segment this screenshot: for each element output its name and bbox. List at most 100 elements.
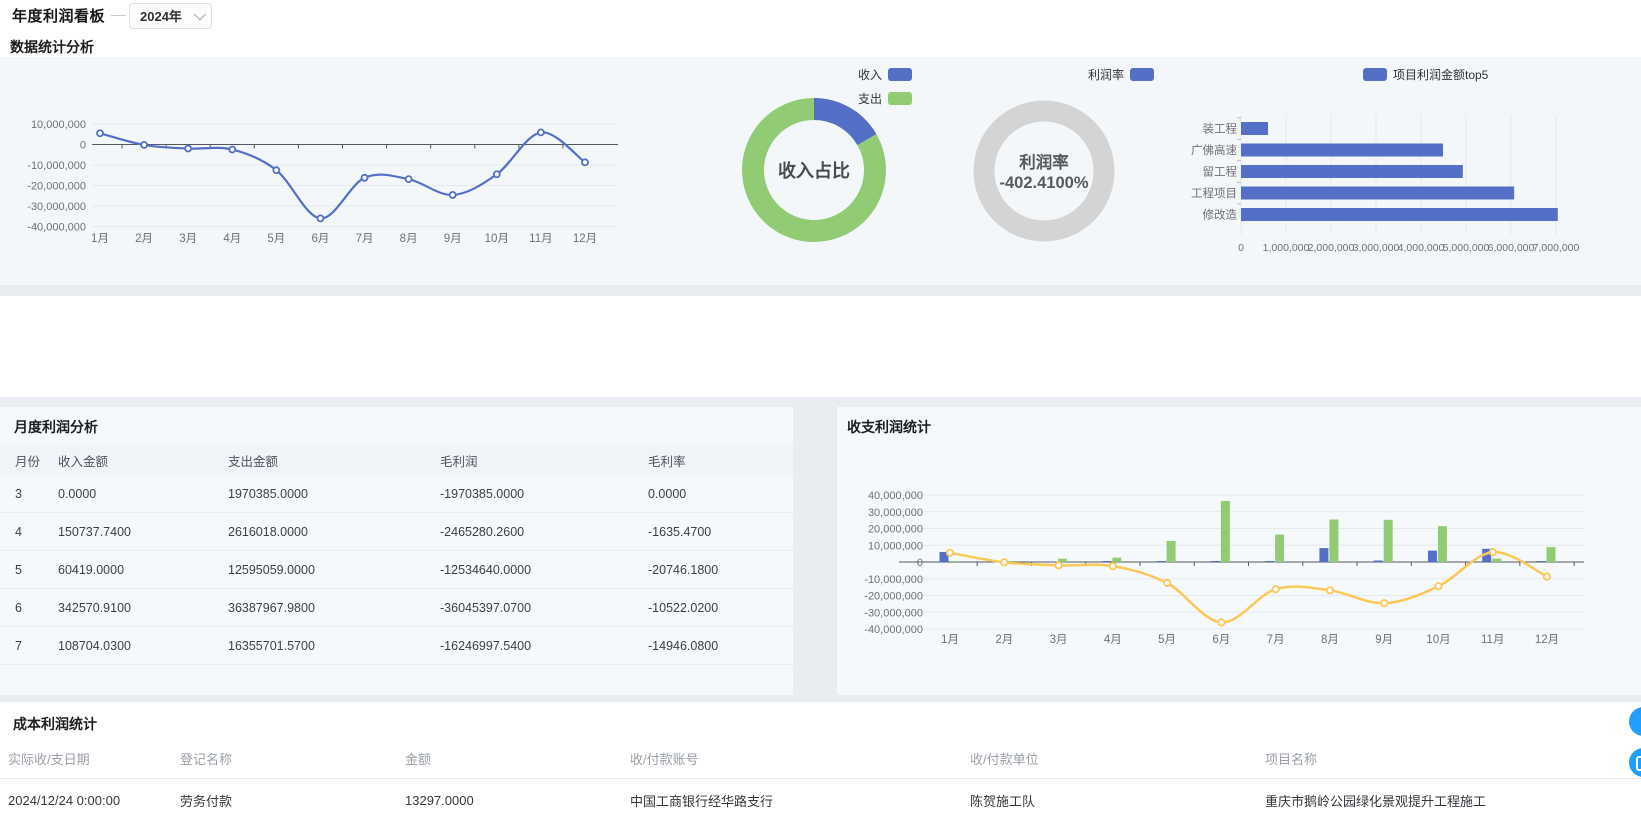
svg-text:11月: 11月 (1481, 634, 1504, 646)
chevron-down-icon (193, 8, 206, 21)
cell: 6 (0, 589, 44, 627)
cell: 劳务付款 (172, 779, 397, 821)
profit-rate-legend[interactable]: 利润率 (1088, 66, 1154, 83)
cell: 342570.9100 (44, 589, 214, 627)
cell: 7 (0, 627, 44, 665)
svg-text:7,000,000: 7,000,000 (1533, 242, 1580, 254)
column-header: 收/付款账号 (622, 738, 962, 779)
svg-text:7月: 7月 (356, 233, 374, 245)
cell: -2465280.2600 (426, 513, 634, 551)
card-gross-profit: 毛利润(元) -123137782.7500 (838, 296, 1238, 397)
cost-table-row: 2024/12/24 0:00:00劳务付款13297.0000中国工商银行经华… (0, 779, 1641, 821)
card-annual-expense: 年度支出(元) 153998996.1200 (421, 296, 821, 397)
column-header: 实际收/支日期 (0, 738, 172, 779)
legend-income-label: 收入 (858, 66, 882, 83)
column-header: 登记名称 (172, 738, 397, 779)
income-ratio-donut-chart[interactable]: 收入占比 (740, 95, 890, 247)
svg-text:2月: 2月 (135, 233, 153, 245)
monthly-profit-line-chart[interactable]: 10,000,0000-10,000,000-20,000,000-30,000… (0, 57, 660, 285)
svg-text:1月: 1月 (941, 634, 959, 646)
svg-text:6月: 6月 (312, 233, 330, 245)
stat-cards-row: 年度收入(元) 30861213.3700 年度支出(元) 153998996.… (0, 296, 1641, 397)
svg-text:10月: 10月 (1426, 634, 1450, 646)
svg-text:工程项目: 工程项目 (1191, 187, 1237, 200)
svg-text:-40,000,000: -40,000,000 (864, 624, 923, 636)
cost-profit-title: 成本利润统计 (13, 714, 97, 734)
svg-text:2月: 2月 (995, 634, 1013, 646)
card-annual-income: 年度收入(元) 30861213.3700 (4, 296, 404, 397)
monthly-table-row: 4150737.74002616018.0000-2465280.2600-16… (0, 513, 793, 551)
card-profit-rate: 利润率 -399.0000 (1255, 296, 1641, 397)
svg-text:4月: 4月 (223, 233, 241, 245)
column-header: 支出金额 (214, 445, 426, 475)
hbar-修改造 (1241, 208, 1558, 221)
cell: -10522.0200 (634, 589, 793, 627)
cell: 60419.0000 (44, 551, 214, 589)
top5-legend[interactable]: 项目利润金额top5 (1363, 66, 1488, 83)
svg-text:5月: 5月 (1158, 634, 1176, 646)
stats-charts-panel: 10,000,0000-10,000,000-20,000,000-30,000… (0, 57, 1641, 285)
svg-text:-20,000,000: -20,000,000 (27, 181, 86, 193)
svg-text:修改造: 修改造 (1203, 208, 1238, 222)
hbar-广佛高速 (1241, 144, 1443, 157)
stats-section-header: 数据统计分析 (0, 31, 1641, 57)
expense-swatch-icon (888, 92, 912, 105)
svg-text:11月: 11月 (529, 233, 552, 245)
top-bar: 年度利润看板 2024年 (0, 0, 1641, 32)
column-header: 毛利润 (426, 445, 634, 475)
cell: 13297.0000 (397, 779, 622, 821)
svg-text:-40,000,000: -40,000,000 (27, 222, 86, 234)
svg-text:-30,000,000: -30,000,000 (27, 201, 86, 213)
income-expense-profit-chart[interactable]: 40,000,000 30,000,000 20,000,000 10,000,000… (837, 407, 1641, 695)
income-swatch-icon (888, 68, 912, 81)
cell: 12595059.0000 (214, 551, 426, 589)
cell: 陈贺施工队 (962, 779, 1257, 821)
combo-bars (940, 501, 1556, 562)
legend-item-income[interactable]: 收入 (858, 66, 912, 83)
svg-text:1月: 1月 (91, 233, 109, 245)
hbar-装工程 (1241, 122, 1268, 135)
assistant-icon (1636, 756, 1641, 771)
line-markers (97, 129, 588, 221)
svg-text:0: 0 (917, 557, 923, 569)
legend-profit-rate-label: 利润率 (1088, 66, 1124, 83)
cell: 2024/12/24 0:00:00 (0, 779, 172, 821)
profit-rate-donut-chart[interactable]: 利润率-402.4100% (972, 98, 1117, 246)
project-profit-top5-chart[interactable]: 01,000,0002,000,0003,000,0004,000,0005,0… (1150, 107, 1630, 285)
svg-text:广佛高速: 广佛高速 (1191, 143, 1237, 157)
page-title: 年度利润看板 (12, 5, 105, 26)
svg-text:5月: 5月 (267, 233, 285, 245)
cell: -14946.0800 (634, 627, 793, 665)
svg-text:8月: 8月 (1321, 634, 1339, 646)
cell: 36387967.9800 (214, 589, 426, 627)
cell: -12534640.0000 (426, 551, 634, 589)
svg-text:6月: 6月 (1212, 634, 1230, 646)
monthly-profit-title: 月度利润分析 (14, 417, 98, 437)
svg-text:7月: 7月 (1267, 634, 1285, 646)
hbar-留工程 (1241, 165, 1463, 178)
svg-text:2,000,000: 2,000,000 (1308, 242, 1355, 254)
svg-text:20,000,000: 20,000,000 (868, 524, 923, 536)
svg-text:3,000,000: 3,000,000 (1353, 242, 1400, 254)
svg-text:4,000,000: 4,000,000 (1398, 242, 1445, 254)
svg-text:40,000,000: 40,000,000 (868, 490, 923, 502)
donut-center-text: 收入占比 (778, 160, 850, 181)
cell: 中国工商银行经华路支行 (622, 779, 962, 821)
income-expense-legend: 收入 支出 (830, 66, 912, 107)
svg-text:1,000,000: 1,000,000 (1263, 242, 1310, 254)
column-header: 金额 (397, 738, 622, 779)
monthly-profit-table: 月份收入金额支出金额毛利润毛利率 30.00001970385.0000-197… (0, 445, 793, 665)
svg-text:-30,000,000: -30,000,000 (864, 607, 923, 619)
card-value: 30861213.3700 (4, 348, 404, 376)
column-header: 收/付款单位 (962, 738, 1257, 779)
svg-text:12月: 12月 (1535, 634, 1559, 646)
svg-text:30,000,000: 30,000,000 (868, 507, 923, 519)
cell: 1970385.0000 (214, 475, 426, 513)
cost-table-header: 实际收/支日期登记名称金额收/付款账号收/付款单位项目名称 (0, 738, 1641, 779)
legend-item-expense[interactable]: 支出 (858, 90, 912, 107)
svg-text:10,000,000: 10,000,000 (868, 540, 923, 552)
cell: 重庆市鹅岭公园绿化景观提升工程施工 (1257, 779, 1641, 821)
column-header: 项目名称 (1257, 738, 1641, 779)
year-select-dropdown[interactable]: 2024年 (129, 3, 212, 29)
monthly-table-row: 30.00001970385.0000-1970385.00000.0000 (0, 475, 793, 513)
